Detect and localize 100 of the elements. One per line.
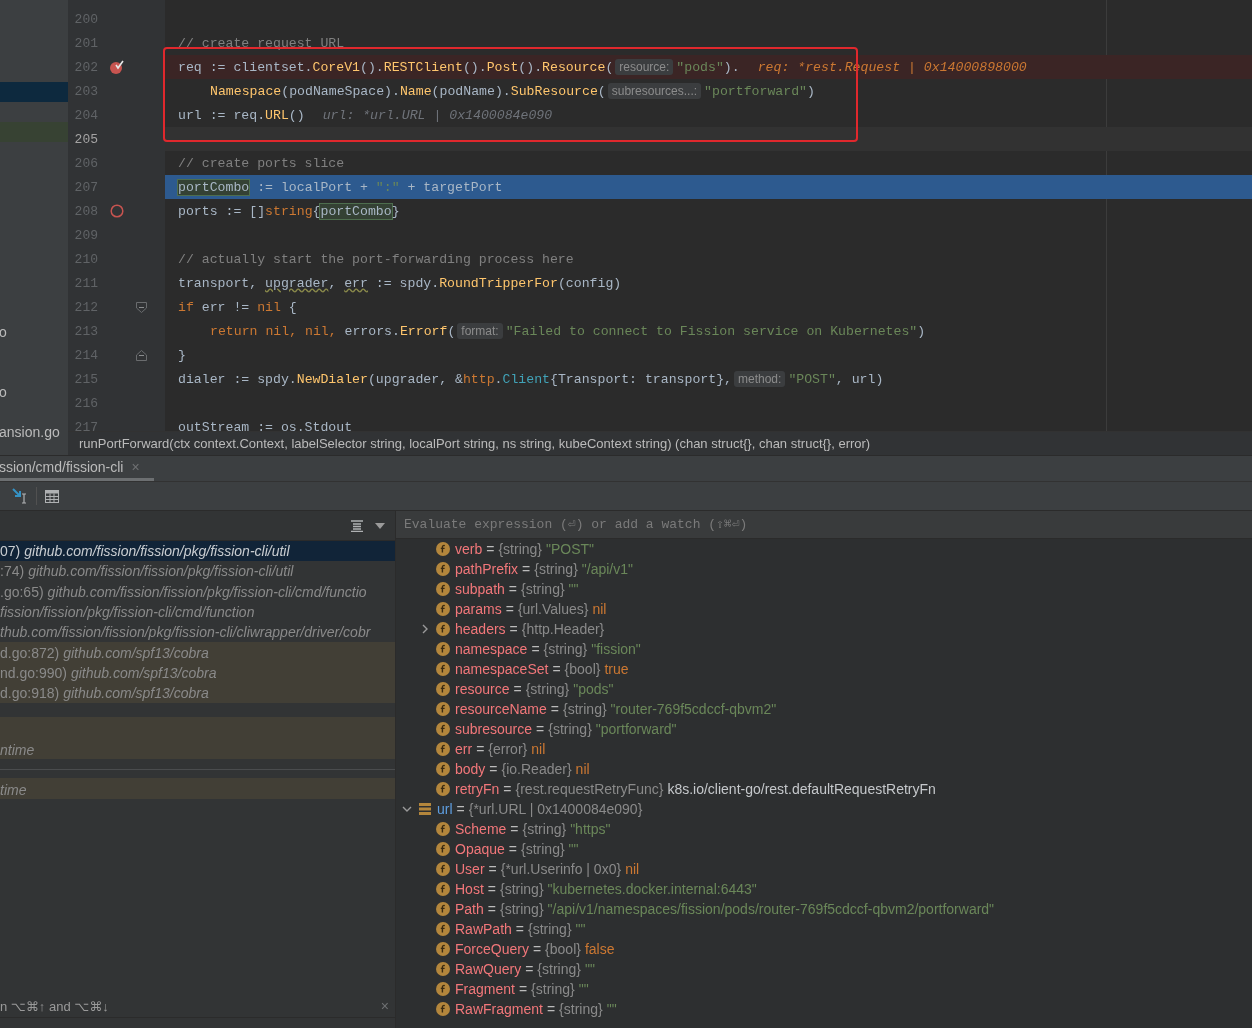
- field-icon: [436, 842, 450, 856]
- variable-row[interactable]: verb = {string} "POST": [396, 539, 1252, 559]
- code-text: upgrader: [265, 275, 329, 291]
- field-icon: [436, 862, 450, 876]
- variable-row[interactable]: ForceQuery = {bool} false: [396, 939, 1252, 959]
- code-comment: // create ports slice: [178, 155, 345, 171]
- field-icon: [436, 762, 450, 776]
- table-icon[interactable]: [45, 489, 59, 503]
- code-text: (: [597, 83, 606, 99]
- variable-row[interactable]: Path = {string} "/api/v1/namespaces/fission/pods/router-769f5cdccf-qbvm2/portforward": [396, 899, 1252, 919]
- parameter-hint: format:: [457, 323, 503, 339]
- field-icon: [436, 582, 450, 596]
- breadcrumb: runPortForward(ctx context.Context, labelSelector string, localPort string, ns string, kubeContext string) (chan struct{}, chan struct{}, error): [68, 431, 1252, 455]
- field-icon: [436, 942, 450, 956]
- code-text: url := req.: [178, 107, 266, 123]
- string-literal: "portforward": [704, 83, 807, 99]
- code-text: ().: [462, 59, 487, 75]
- variable-row[interactable]: namespaceSet = {bool} true: [396, 659, 1252, 679]
- variable-row[interactable]: params = {url.Values} nil: [396, 599, 1252, 619]
- variable-row[interactable]: Opaque = {string} "": [396, 839, 1252, 859]
- code-text: (upgrader, &: [367, 371, 463, 387]
- thread-name: ntime: [0, 742, 35, 759]
- field-icon: [436, 662, 450, 676]
- variable-row[interactable]: subpath = {string} "": [396, 579, 1252, 599]
- function-name: RESTClient: [383, 59, 463, 75]
- variable-row[interactable]: retryFn = {rest.requestRetryFunc} k8s.io/client-go/rest.defaultRequestRetryFn: [396, 779, 1252, 799]
- expand-icon[interactable]: [420, 624, 430, 634]
- function-name: RoundTripperFor: [439, 275, 558, 291]
- code-text: ): [807, 83, 815, 99]
- variable-row[interactable]: url = {*url.URL | 0x1400084e090}: [396, 799, 1252, 819]
- stack-frame[interactable]: thub.com/fission/fission/pkg/fission-cli/cliwrapper/driver/cobr: [0, 622, 395, 643]
- variable-row[interactable]: err = {error} nil: [396, 739, 1252, 759]
- variable-usage: portCombo: [320, 203, 392, 219]
- string-literal: "POST": [788, 371, 836, 387]
- variable-row[interactable]: RawFragment = {string} "": [396, 999, 1252, 1019]
- function-name: NewDialer: [296, 371, 368, 387]
- field-icon: [436, 962, 450, 976]
- parameter-hint: method:: [734, 371, 786, 387]
- fold-icon[interactable]: [136, 301, 147, 313]
- list-icon[interactable]: [351, 519, 363, 532]
- evaluate-field[interactable]: Evaluate expression (⏎) or add a watch (⇧⌘⏎): [396, 511, 1252, 539]
- variable-row[interactable]: subresource = {string} "portforward": [396, 719, 1252, 739]
- code-text: err !=: [200, 299, 251, 315]
- variable-row[interactable]: Scheme = {string} "https": [396, 819, 1252, 839]
- variable-row[interactable]: Fragment = {string} "": [396, 979, 1252, 999]
- variable-row[interactable]: body = {io.Reader} nil: [396, 759, 1252, 779]
- keyword: return nil, nil,: [210, 323, 337, 339]
- code-text: {: [287, 299, 297, 315]
- variable-row[interactable]: pathPrefix = {string} "/api/v1": [396, 559, 1252, 579]
- breakpoint-icon[interactable]: [109, 59, 125, 75]
- code-text: (): [288, 107, 305, 123]
- code-comment: // actually start the port-forwarding process here: [178, 251, 574, 267]
- variable-row[interactable]: RawPath = {string} "": [396, 919, 1252, 939]
- variable-row[interactable]: namespace = {string} "fission": [396, 639, 1252, 659]
- variable-row[interactable]: Host = {string} "kubernetes.docker.internal:6443": [396, 879, 1252, 899]
- function-name: Namespace: [210, 83, 282, 99]
- field-icon: [436, 822, 450, 836]
- function-name: Errorf: [399, 323, 448, 339]
- string-literal: "Failed to connect to Fission service on Kubernetes": [505, 323, 918, 339]
- inline-value: url: *url.URL | 0x1400084e090: [322, 107, 553, 123]
- function-name: SubResource: [510, 83, 598, 99]
- variable-row[interactable]: User = {*url.Userinfo | 0x0} nil: [396, 859, 1252, 879]
- code-text: (podNameSpace).: [281, 83, 400, 99]
- stack-frame[interactable]: .go:65) github.com/fission/fission/pkg/fission-cli/cmd/functio: [0, 581, 395, 602]
- keyword: http: [462, 371, 495, 387]
- line-number: 205: [73, 131, 98, 147]
- stack-frame[interactable]: :74) github.com/fission/fission/pkg/fission-cli/util: [0, 561, 395, 582]
- field-icon: [436, 542, 450, 556]
- code-text: (config): [557, 275, 622, 291]
- keyword: if: [178, 299, 194, 315]
- variable-usage: portCombo: [178, 179, 250, 195]
- variable-row[interactable]: RawQuery = {string} "": [396, 959, 1252, 979]
- code-text: errors.: [343, 323, 400, 339]
- variable-row[interactable]: headers = {http.Header}: [396, 619, 1252, 639]
- code-text: (podName).: [431, 83, 511, 99]
- code-text: outStream := os.Stdout: [178, 419, 353, 431]
- step-into-icon[interactable]: [12, 488, 28, 504]
- type-name: Client: [502, 371, 550, 387]
- file-name[interactable]: o: [0, 384, 7, 400]
- variable-row[interactable]: resource = {string} "pods": [396, 679, 1252, 699]
- field-icon: [436, 922, 450, 936]
- file-name[interactable]: ansion.go: [0, 424, 60, 440]
- code-text: }: [178, 347, 186, 363]
- fold-icon[interactable]: [136, 349, 147, 361]
- field-icon: [436, 1002, 450, 1016]
- code-text: (: [605, 59, 614, 75]
- stack-frame[interactable]: 07) github.com/fission/fission/pkg/fission-cli/util: [0, 541, 395, 562]
- stack-frame[interactable]: fission/fission/pkg/fission-cli/cmd/function: [0, 601, 395, 623]
- parameter-hint: resource:: [615, 59, 674, 75]
- function-name: URL: [265, 107, 289, 123]
- function-name: CoreV1: [312, 59, 361, 75]
- code-text: req := clientset.: [178, 59, 313, 75]
- variable-row[interactable]: resourceName = {string} "router-769f5cdccf-qbvm2": [396, 699, 1252, 719]
- file-name[interactable]: o: [0, 324, 7, 340]
- code-text: ports := []: [178, 203, 266, 219]
- dropdown-caret-icon[interactable]: [375, 522, 385, 529]
- keyword: nil: [257, 299, 281, 315]
- code-text: ().: [518, 59, 543, 75]
- collapse-icon[interactable]: [402, 804, 412, 814]
- field-icon: [436, 982, 450, 996]
